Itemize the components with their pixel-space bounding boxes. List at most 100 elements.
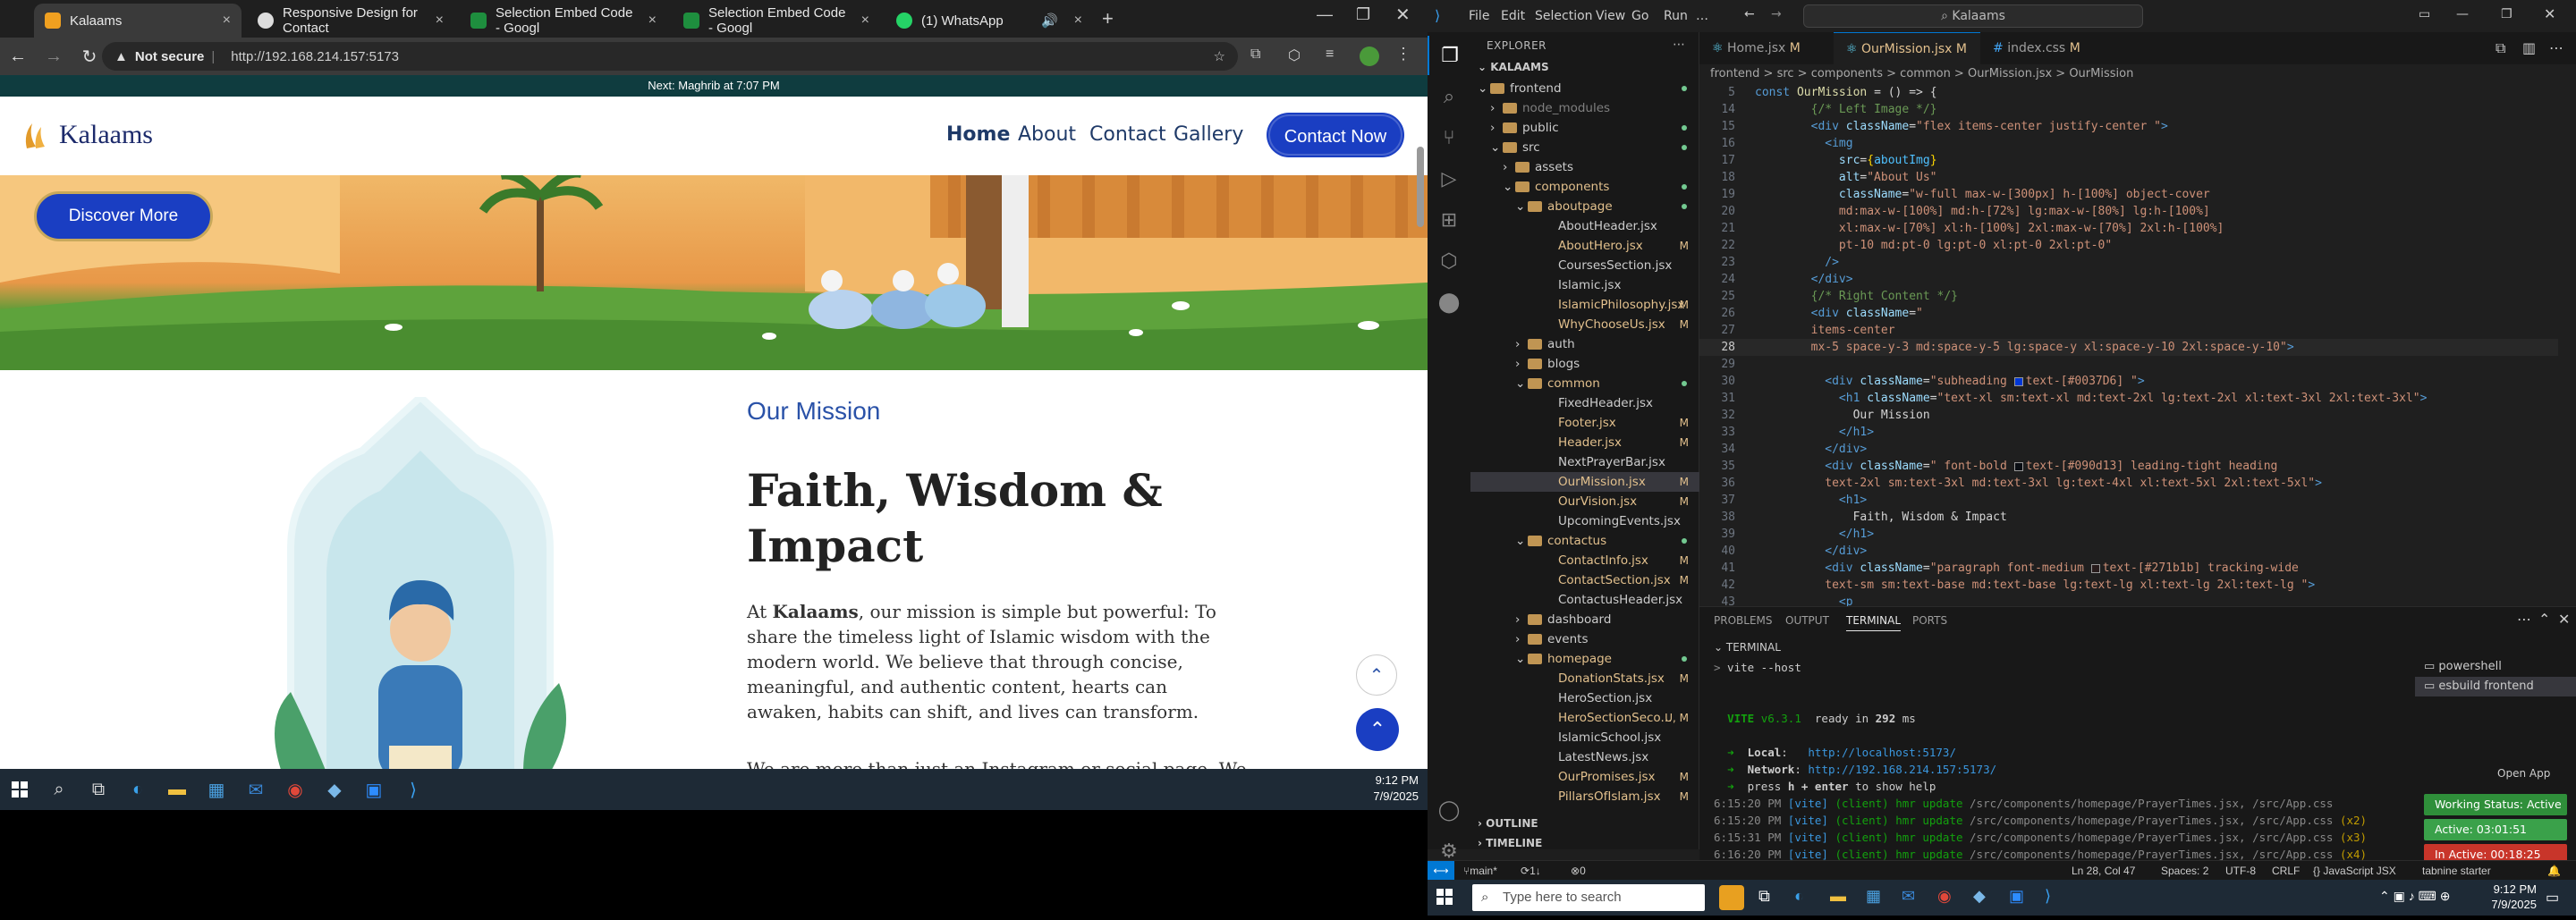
code-line[interactable]: 14 {/* Left Image */} bbox=[1699, 101, 2558, 118]
bookmark-star-icon[interactable]: ☆ bbox=[1214, 48, 1225, 64]
breadcrumb[interactable]: frontend > src > components > common > O… bbox=[1699, 64, 2576, 84]
panel-tab-output[interactable]: OUTPUT bbox=[1785, 614, 1829, 627]
chrome-icon[interactable]: ◉ bbox=[1937, 887, 1952, 906]
more-actions-icon[interactable]: ⋯ bbox=[2549, 39, 2563, 56]
code-line[interactable]: 25 {/* Right Content */} bbox=[1699, 288, 2558, 305]
tree-file[interactable]: UpcomingEvents.jsx bbox=[1470, 511, 1699, 531]
timeline-section[interactable]: › TIMELINE bbox=[1478, 837, 1542, 849]
panel-tab-ports[interactable]: PORTS bbox=[1912, 614, 1947, 627]
scroll-top-button[interactable]: ⌃ bbox=[1356, 708, 1399, 751]
code-line[interactable]: 26 <div className=" bbox=[1699, 305, 2558, 322]
tree-file[interactable]: ContactInfo.jsx M bbox=[1470, 551, 1699, 570]
git-sync[interactable]: ⟳ 1↓ 1↑ bbox=[1521, 861, 1541, 897]
browser-tab-whatsapp[interactable]: (1) WhatsApp 🔊 × bbox=[886, 4, 1093, 38]
file-explorer-icon[interactable]: ▬ bbox=[1830, 887, 1846, 906]
more-actions-icon[interactable]: ⋯ bbox=[2517, 611, 2531, 628]
close-icon[interactable]: × bbox=[648, 13, 657, 29]
tree-file[interactable]: ContactusHeader.jsx bbox=[1470, 590, 1699, 610]
forward-icon[interactable]: → bbox=[36, 46, 72, 67]
menu-edit[interactable]: Edit bbox=[1501, 9, 1525, 23]
tree-file[interactable]: AboutHeader.jsx bbox=[1470, 216, 1699, 236]
maximize-icon[interactable]: ❐ bbox=[1356, 5, 1370, 24]
tree-folder[interactable]: ⌄ components bbox=[1470, 177, 1699, 197]
code-line[interactable]: 32 Our Mission bbox=[1699, 407, 2558, 424]
outline-section[interactable]: › OUTLINE bbox=[1478, 817, 1538, 830]
contact-now-button[interactable]: Contact Now bbox=[1268, 114, 1402, 156]
close-panel-icon[interactable]: ✕ bbox=[2558, 611, 2570, 628]
cursor-position[interactable]: Ln 28, Col 47 bbox=[2072, 861, 2135, 881]
browser-tab-responsive[interactable]: Responsive Design for Contact × bbox=[247, 4, 454, 38]
layout-icon[interactable]: ▭ bbox=[2419, 7, 2430, 21]
tabnine-icon[interactable]: ⬤ bbox=[1428, 283, 1470, 322]
code-line[interactable]: 31 <h1 className="text-xl sm:text-xl md:… bbox=[1699, 390, 2558, 407]
nav-back-icon[interactable]: ← bbox=[1744, 7, 1755, 21]
nav-forward-icon[interactable]: → bbox=[1771, 7, 1782, 21]
tree-file[interactable]: Footer.jsx M bbox=[1470, 413, 1699, 433]
tree-file[interactable]: PillarsOfIslam.jsx M bbox=[1470, 787, 1699, 806]
code-line[interactable]: 30 <div className="subheading text-[#003… bbox=[1699, 373, 2558, 390]
puzzle-icon[interactable]: ⬡ bbox=[1288, 46, 1301, 64]
extension-icon[interactable]: ⧉ bbox=[1250, 46, 1260, 63]
tab-ourmission-jsx[interactable]: ⚛ OurMission.jsx M × bbox=[1834, 32, 1980, 89]
code-editor[interactable]: 5 const OurMission = () => {14 {/* Left I… bbox=[1699, 84, 2576, 609]
code-line[interactable]: 41 <div className="paragraph font-medium… bbox=[1699, 560, 2558, 577]
tree-folder[interactable]: ⌄ homepage bbox=[1470, 649, 1699, 669]
edge-icon[interactable]: ◐ bbox=[118, 769, 157, 810]
tree-file[interactable]: LatestNews.jsx bbox=[1470, 747, 1699, 767]
menu-go[interactable]: Go bbox=[1631, 9, 1648, 23]
account-icon[interactable]: ◯ bbox=[1428, 790, 1470, 830]
bell-icon[interactable]: 🔔 bbox=[2547, 861, 2561, 881]
tree-folder[interactable]: ⌄ contactus bbox=[1470, 531, 1699, 551]
browser-tab-embed-2[interactable]: Selection Embed Code - Googl × bbox=[673, 4, 880, 38]
tabnine-status[interactable]: tabnine starter bbox=[2422, 861, 2491, 881]
language-mode[interactable]: {} JavaScript JSX bbox=[2313, 861, 2396, 881]
nav-contact[interactable]: Contact bbox=[1089, 123, 1166, 146]
terminal-output[interactable]: > vite --host VITE v6.3.1 ready in 292 m… bbox=[1714, 659, 2411, 880]
nav-gallery[interactable]: Gallery bbox=[1174, 123, 1243, 146]
close-icon[interactable]: × bbox=[1074, 13, 1082, 29]
tree-folder[interactable]: › dashboard bbox=[1470, 610, 1699, 629]
code-line[interactable]: 24 </div> bbox=[1699, 271, 2558, 288]
code-line[interactable]: 19 className="w-full max-w-[300px] h-[10… bbox=[1699, 186, 2558, 203]
tree-folder[interactable]: ⌄ aboutpage bbox=[1470, 197, 1699, 216]
chrome-icon[interactable]: ◉ bbox=[275, 769, 315, 810]
code-line[interactable]: 42 text-sm sm:text-base md:text-base lg:… bbox=[1699, 577, 2558, 594]
app-icon[interactable]: ◆ bbox=[1973, 887, 1986, 906]
workspace-root[interactable]: ⌄ KALAAMS bbox=[1478, 61, 1549, 73]
notification-icon[interactable]: ▭ bbox=[2546, 889, 2559, 907]
window-close-icon[interactable]: ✕ bbox=[1395, 4, 1411, 26]
menu-run[interactable]: Run bbox=[1664, 9, 1688, 23]
code-line[interactable]: 21 xl:max-w-[70%] xl:h-[100%] 2xl:max-w-… bbox=[1699, 220, 2558, 237]
url-input[interactable]: ▲ Not secure | http://192.168.214.157:51… bbox=[102, 42, 1238, 71]
split-editor-icon[interactable]: ▥ bbox=[2522, 39, 2536, 56]
mail-icon[interactable]: ✉ bbox=[1902, 887, 1915, 906]
maximize-panel-icon[interactable]: ⌃ bbox=[2538, 611, 2550, 628]
code-line[interactable]: 35 <div className=" font-bold text-[#090… bbox=[1699, 458, 2558, 475]
remote-indicator-icon[interactable]: ⟷ bbox=[1428, 861, 1454, 880]
minimize-icon[interactable]: — bbox=[2456, 7, 2469, 21]
terminal-esbuild[interactable]: ▭ esbuild frontend bbox=[2415, 677, 2576, 696]
store-icon[interactable]: ▦ bbox=[1866, 887, 1881, 906]
browser-tab-embed-1[interactable]: Selection Embed Code - Googl × bbox=[460, 4, 667, 38]
explorer-icon[interactable]: ❐ bbox=[1428, 36, 1470, 75]
vscode-icon[interactable]: ⟩ bbox=[2045, 887, 2051, 906]
scroll-top-light-button[interactable]: ⌃ bbox=[1356, 654, 1397, 696]
code-line[interactable]: 38 Faith, Wisdom & Impact bbox=[1699, 509, 2558, 526]
code-line[interactable]: 28 mx-5 space-y-3 md:space-y-5 lg:space-… bbox=[1699, 339, 2558, 356]
git-branch[interactable]: ⑂ main* bbox=[1463, 861, 1497, 881]
tree-folder[interactable]: › events bbox=[1470, 629, 1699, 649]
tree-folder[interactable]: › blogs bbox=[1470, 354, 1699, 374]
indentation[interactable]: Spaces: 2 bbox=[2161, 861, 2208, 881]
panel-tab-terminal[interactable]: TERMINAL bbox=[1846, 614, 1902, 631]
close-icon[interactable]: × bbox=[861, 13, 869, 29]
source-control-icon[interactable]: ⑂ bbox=[1428, 118, 1470, 157]
code-line[interactable]: 17 src={aboutImg} bbox=[1699, 152, 2558, 169]
tree-file[interactable]: FixedHeader.jsx bbox=[1470, 393, 1699, 413]
code-line[interactable]: 39 </h1> bbox=[1699, 526, 2558, 543]
search-icon[interactable]: ⌕ bbox=[39, 769, 79, 810]
code-line[interactable]: 29 bbox=[1699, 356, 2558, 373]
tree-folder[interactable]: › public bbox=[1470, 118, 1699, 138]
taskbar-search-input[interactable]: ⌕ Type here to search bbox=[1472, 884, 1705, 911]
run-debug-icon[interactable]: ▷ bbox=[1428, 159, 1470, 198]
menu-file[interactable]: File bbox=[1469, 9, 1489, 23]
